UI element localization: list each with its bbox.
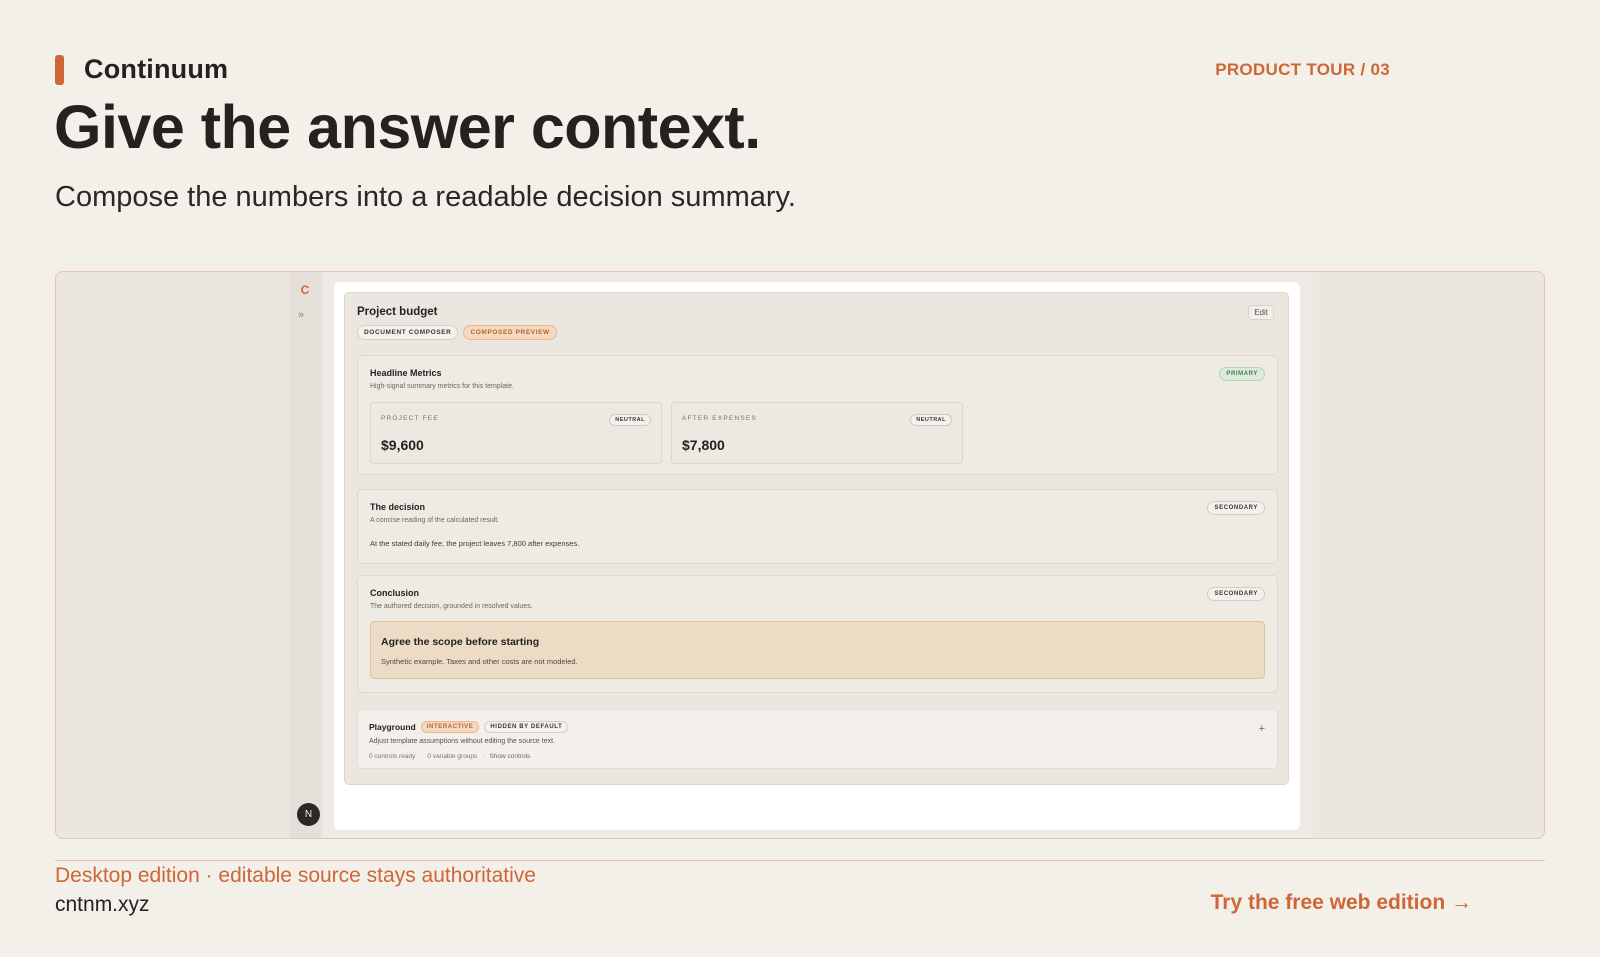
app-screenshot-frame: C » N Project budget Edit DOCUMENT COMPO…: [55, 271, 1545, 839]
page-subtitle: Compose the numbers into a readable deci…: [55, 181, 796, 213]
card-title: Conclusion: [370, 588, 419, 598]
status-badge: PRIMARY: [1219, 367, 1265, 381]
app-sidebar-rail: C »: [289, 272, 321, 838]
controls-count: 0 controls ready: [369, 753, 416, 760]
metric-label: PROJECT FEE: [381, 415, 439, 422]
callout-title: Agree the scope before starting: [381, 636, 540, 648]
metric-value: $9,600: [381, 437, 424, 453]
document-page: Project budget Edit DOCUMENT COMPOSER CO…: [334, 282, 1300, 830]
document-mode-chips: DOCUMENT COMPOSER COMPOSED PREVIEW: [357, 325, 557, 340]
brand-name: Continuum: [84, 54, 229, 84]
chip-hidden-by-default: HIDDEN BY DEFAULT: [484, 721, 569, 733]
chip-interactive: INTERACTIVE: [420, 721, 480, 733]
callout-text: Synthetic example. Taxes and other costs…: [381, 657, 578, 666]
brand-accent-bar: [55, 54, 64, 85]
playground-header: Playground INTERACTIVE HIDDEN BY DEFAULT: [369, 721, 569, 733]
metric-tag: NEUTRAL: [609, 414, 651, 426]
try-web-edition-link[interactable]: Try the free web edition →: [1211, 891, 1472, 915]
footer-note: Desktop edition · editable source stays …: [55, 864, 536, 887]
status-badge: SECONDARY: [1207, 501, 1265, 515]
card-description: High-signal summary metrics for this tem…: [370, 383, 514, 390]
edit-button[interactable]: Edit: [1248, 305, 1274, 320]
decision-text: At the stated daily fee, the project lea…: [370, 539, 580, 548]
brand: Continuum: [55, 54, 228, 85]
card-description: The authored decision, grounded in resol…: [370, 603, 533, 610]
tour-label: PRODUCT TOUR / 03: [1215, 60, 1390, 79]
expand-sidebar-icon[interactable]: »: [298, 309, 304, 321]
conclusion-card: Conclusion The authored decision, ground…: [357, 575, 1278, 693]
chip-document-composer[interactable]: DOCUMENT COMPOSER: [357, 325, 459, 340]
page-title: Give the answer context.: [54, 93, 761, 161]
app-main: Project budget Edit DOCUMENT COMPOSER CO…: [324, 272, 1313, 838]
decision-card: The decision A concise reading of the ca…: [357, 489, 1278, 564]
metric-value: $7,800: [682, 437, 725, 453]
playground-panel: Playground INTERACTIVE HIDDEN BY DEFAULT…: [357, 709, 1278, 769]
metric-label: AFTER EXPENSES: [682, 415, 757, 422]
card-description: A concise reading of the calculated resu…: [370, 517, 500, 524]
footer-url[interactable]: cntnm.xyz: [55, 893, 150, 917]
expand-playground-icon[interactable]: +: [1259, 723, 1265, 735]
card-title: Headline Metrics: [370, 368, 442, 378]
metric-after-expenses: AFTER EXPENSES NEUTRAL $7,800: [671, 402, 963, 464]
chip-composed-preview[interactable]: COMPOSED PREVIEW: [463, 325, 557, 340]
playground-meta: 0 controls ready · 0 variable groups · S…: [369, 753, 530, 760]
app-logo-icon[interactable]: C: [297, 282, 313, 298]
playground-description: Adjust template assumptions without edit…: [369, 738, 555, 745]
meta-separator: ·: [482, 753, 485, 760]
show-controls-link[interactable]: Show controls: [489, 753, 530, 760]
metric-project-fee: PROJECT FEE NEUTRAL $9,600: [370, 402, 662, 464]
status-badge: SECONDARY: [1207, 587, 1265, 601]
document-title: Project budget: [357, 306, 438, 318]
metric-tag: NEUTRAL: [910, 414, 952, 426]
conclusion-callout: Agree the scope before starting Syntheti…: [370, 621, 1265, 679]
document-panel: Project budget Edit DOCUMENT COMPOSER CO…: [344, 292, 1289, 785]
variable-groups-count: 0 variable groups: [427, 753, 478, 760]
playground-title: Playground: [369, 722, 416, 732]
card-title: The decision: [370, 502, 426, 512]
avatar[interactable]: N: [297, 803, 320, 826]
headline-metrics-card: Headline Metrics High-signal summary met…: [357, 355, 1278, 475]
meta-separator: ·: [420, 753, 423, 760]
footer-divider: [55, 860, 1545, 861]
